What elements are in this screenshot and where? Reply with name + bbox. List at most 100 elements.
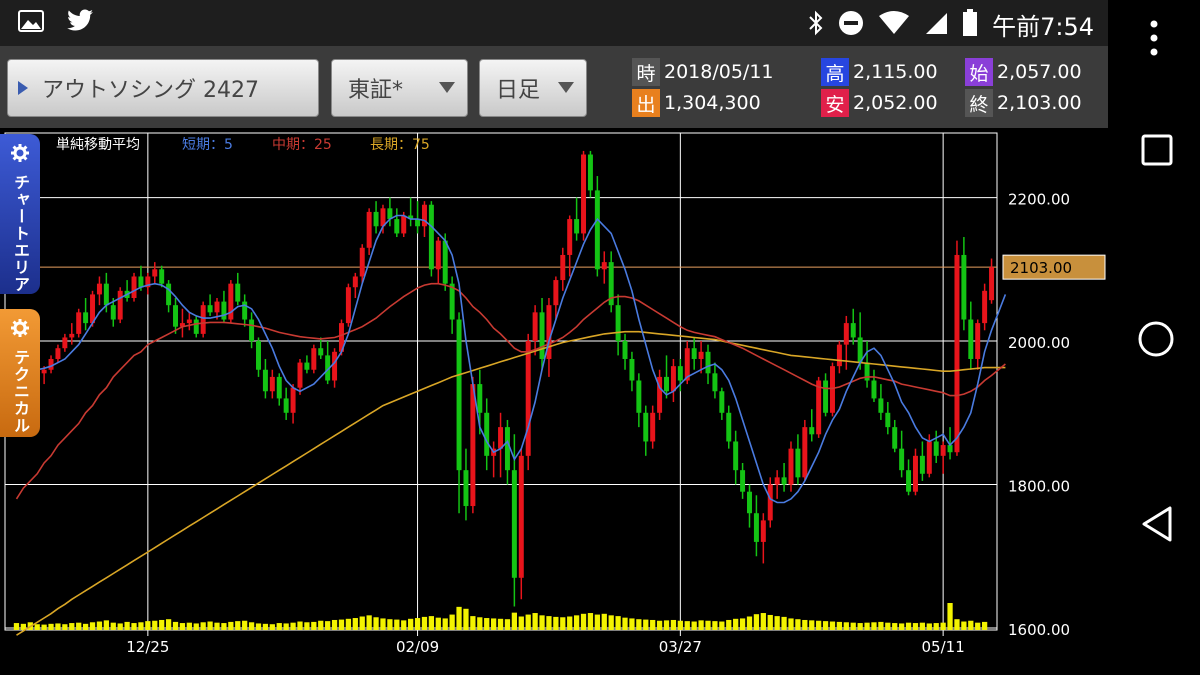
candle-body xyxy=(214,301,220,313)
candle-body xyxy=(228,283,234,320)
x-tick-label: 02/09 xyxy=(396,638,439,656)
volume-bar xyxy=(774,616,780,630)
volume-bar xyxy=(899,623,905,630)
candle-body xyxy=(484,412,490,456)
volume-bar xyxy=(601,613,607,630)
volume-bar xyxy=(242,620,248,630)
clock: 午前7:54 xyxy=(992,13,1094,41)
volume-bar xyxy=(905,622,912,630)
y-tick-label: 2000.00 xyxy=(1008,334,1070,352)
volume-bar xyxy=(449,614,455,630)
volume-bar xyxy=(580,613,587,630)
candle-body xyxy=(110,305,116,320)
volume-bar xyxy=(961,621,967,630)
stock-selector-button[interactable]: アウトソシング 2427 xyxy=(7,59,319,117)
volume-bar xyxy=(304,622,310,630)
volume-bar xyxy=(850,622,856,630)
candle-body xyxy=(539,312,545,359)
volume-bar xyxy=(691,621,697,630)
quote-volume: 出 1,304,300 xyxy=(632,89,761,117)
candle-body xyxy=(235,283,241,302)
high-value: 2,115.00 xyxy=(853,61,938,83)
tab-chart-area[interactable]: チャートエリア xyxy=(0,134,40,294)
volume-bar xyxy=(359,616,365,630)
candle-body xyxy=(926,441,932,474)
candle-body xyxy=(871,380,877,399)
volume-bar xyxy=(753,614,760,630)
volume-bar xyxy=(594,614,600,630)
candle-body xyxy=(276,376,282,399)
volume-bar xyxy=(62,624,68,630)
app-toolbar: アウトソシング 2427 東証* 日足 xyxy=(0,46,1108,128)
period-dropdown[interactable]: 日足 xyxy=(479,59,587,117)
home-button-icon[interactable] xyxy=(1137,320,1175,362)
volume-bar xyxy=(698,620,704,630)
candle-body xyxy=(940,445,946,456)
gear-icon xyxy=(11,319,29,341)
volume-bar xyxy=(829,621,836,630)
candle-body xyxy=(629,358,635,381)
market-label: 東証* xyxy=(348,78,404,103)
volume-bar xyxy=(228,621,234,630)
recents-button-icon[interactable] xyxy=(1140,133,1174,171)
candle-body xyxy=(664,376,670,392)
chart-area[interactable]: 2200.00 2000.00 1800.00 1600.00 12/25 02/09 03… xyxy=(0,128,1108,675)
candle-body xyxy=(366,211,372,248)
candle-body xyxy=(131,276,137,298)
x-tick-label: 05/11 xyxy=(922,638,965,656)
volume-bar xyxy=(816,620,822,630)
tab-technical[interactable]: テクニカル xyxy=(0,309,40,437)
volume-bar xyxy=(276,623,282,630)
volume-bar xyxy=(546,616,552,630)
volume-bar xyxy=(366,615,372,630)
overflow-menu-icon[interactable] xyxy=(1148,18,1160,62)
candle-body xyxy=(878,398,884,413)
market-dropdown[interactable]: 東証* xyxy=(331,59,468,117)
volume-bar xyxy=(41,624,47,630)
candle-body xyxy=(442,240,448,284)
candle-body xyxy=(933,441,939,456)
volume-bar xyxy=(871,622,877,630)
volume-bar xyxy=(435,617,441,630)
candle-body xyxy=(421,204,427,227)
volume-bar xyxy=(124,621,130,630)
back-button-icon[interactable] xyxy=(1140,505,1174,547)
candle-body xyxy=(242,301,248,320)
volume-bar xyxy=(331,619,338,630)
candle-body xyxy=(345,287,351,324)
volume-bar xyxy=(532,613,538,630)
gear-icon xyxy=(11,144,29,166)
candle-body xyxy=(117,290,123,320)
volume-bar xyxy=(926,623,932,630)
twitter-icon xyxy=(66,9,94,37)
volume-bar xyxy=(912,623,919,630)
volume-bar xyxy=(89,622,96,630)
candle-body xyxy=(843,323,849,345)
candle-body xyxy=(705,351,711,374)
bluetooth-icon xyxy=(808,10,824,40)
dnd-icon xyxy=(838,10,864,40)
legend-long: 長期：75 xyxy=(370,137,430,153)
candle-body xyxy=(906,470,912,492)
chevron-down-icon xyxy=(558,82,574,93)
last-price-label: 2103.00 xyxy=(1010,259,1072,277)
candle-body xyxy=(989,267,995,301)
volume-bar xyxy=(650,619,656,630)
volume-bar xyxy=(760,613,766,630)
volume-bar xyxy=(96,621,103,630)
volume-bar xyxy=(781,616,787,630)
date-badge: 時 xyxy=(632,58,660,86)
volume-bar xyxy=(643,619,649,630)
volume-bar xyxy=(442,618,448,630)
volume-bar xyxy=(297,621,303,630)
volume-bar xyxy=(76,622,82,630)
candle-body xyxy=(283,398,289,413)
candlestick-chart[interactable]: 2200.00 2000.00 1800.00 1600.00 12/25 02/09 03… xyxy=(0,128,1108,675)
volume-bar xyxy=(207,621,213,630)
candle-body xyxy=(816,380,822,435)
y-tick-label: 1800.00 xyxy=(1008,478,1070,496)
period-label: 日足 xyxy=(496,78,541,103)
volume-bar xyxy=(968,620,974,630)
candle-body xyxy=(90,294,96,324)
quote-open: 始 2,057.00 xyxy=(965,58,1082,86)
